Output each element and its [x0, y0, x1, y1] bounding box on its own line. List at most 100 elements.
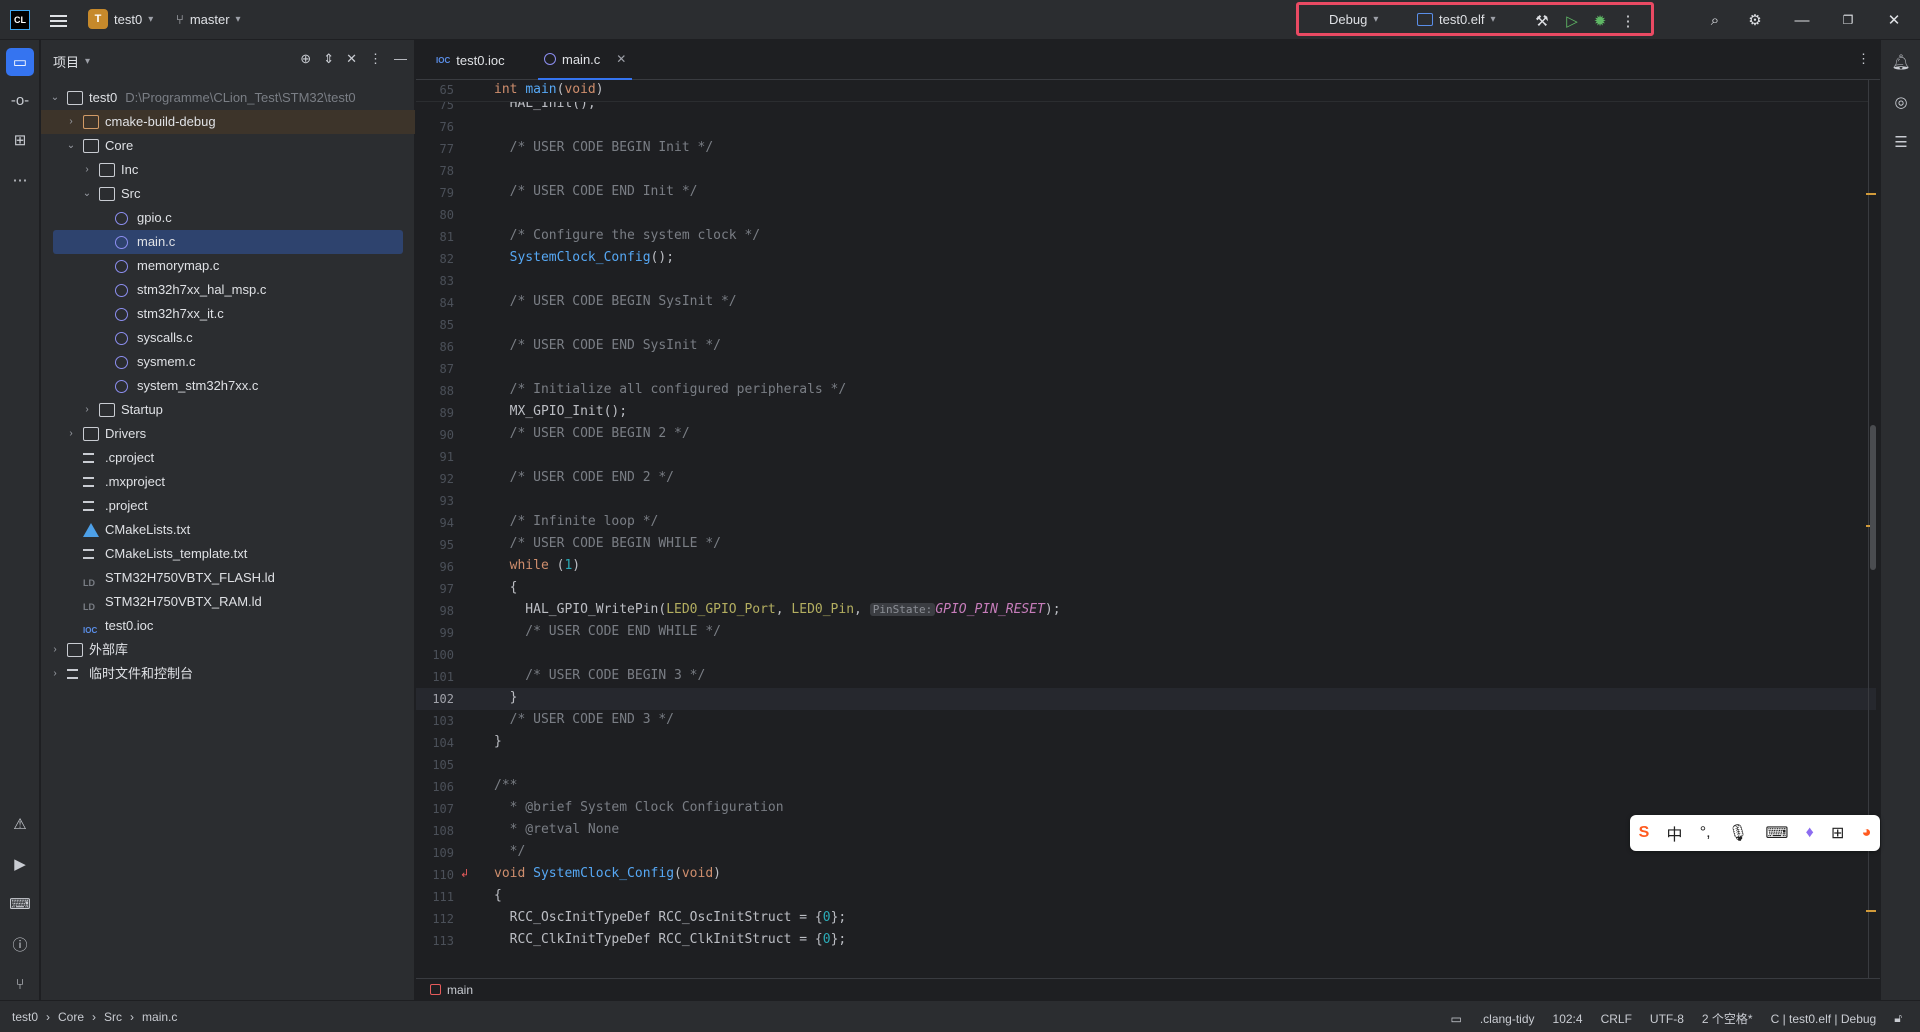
- code-view[interactable]: 65int main(void)74 /* Reset of all perip…: [416, 80, 1876, 1018]
- options-icon[interactable]: ⋮: [369, 51, 382, 67]
- editor-scrollbar[interactable]: [1870, 425, 1876, 570]
- code-line[interactable]: MX_GPIO_Init();: [494, 404, 627, 419]
- tree-item[interactable]: stm32h7xx_hal_msp.c: [41, 278, 415, 302]
- toolbox-grid-icon[interactable]: ⊞: [1831, 823, 1844, 843]
- debug-bug-icon[interactable]: ✹: [1591, 12, 1609, 30]
- project-selector[interactable]: T test0 ▾: [88, 9, 153, 29]
- tree-item[interactable]: .mxproject: [41, 470, 415, 494]
- problems-icon[interactable]: ⓘ: [6, 930, 34, 958]
- skin-icon[interactable]: ♦: [1806, 824, 1814, 842]
- code-line[interactable]: /* Initialize all configured peripherals…: [494, 382, 847, 397]
- code-line[interactable]: */: [494, 844, 526, 859]
- chevron-down-icon[interactable]: ⌄: [49, 86, 61, 110]
- ime-language[interactable]: 中: [1667, 821, 1683, 845]
- warning-stripe[interactable]: [1866, 910, 1876, 912]
- tree-item[interactable]: › 外部库: [41, 638, 415, 662]
- more-actions-icon[interactable]: ⋮: [1619, 12, 1637, 30]
- code-line[interactable]: * @brief System Clock Configuration: [494, 800, 784, 815]
- chevron-down-icon[interactable]: ⌄: [81, 182, 93, 206]
- tree-item[interactable]: gpio.c: [41, 206, 415, 230]
- folder-icon[interactable]: ▭: [1450, 1012, 1461, 1026]
- linter-status[interactable]: .clang-tidy: [1480, 1012, 1535, 1026]
- sogou-logo-icon[interactable]: S: [1639, 824, 1650, 842]
- code-line[interactable]: }: [494, 734, 502, 749]
- code-line[interactable]: {: [494, 580, 518, 595]
- chevron-right-icon[interactable]: ›: [65, 110, 77, 134]
- code-line[interactable]: /* USER CODE END 2 */: [494, 470, 674, 485]
- tree-item[interactable]: LD STM32H750VBTX_RAM.ld: [41, 590, 415, 614]
- crumb-file[interactable]: main.c: [142, 1010, 177, 1024]
- chevron-right-icon[interactable]: ›: [65, 422, 77, 446]
- settings-gear-icon[interactable]: ⚙: [1745, 10, 1765, 30]
- structure-icon[interactable]: ⊞: [6, 126, 34, 154]
- tree-item[interactable]: .cproject: [41, 446, 415, 470]
- code-line[interactable]: while (1): [494, 558, 580, 573]
- tree-item[interactable]: ⌄ Core: [41, 134, 415, 158]
- locate-target-icon[interactable]: ⊕: [300, 51, 311, 67]
- tree-item[interactable]: sysmem.c: [41, 350, 415, 374]
- code-line[interactable]: /* USER CODE BEGIN Init */: [494, 140, 714, 155]
- tree-item[interactable]: LD STM32H750VBTX_FLASH.ld: [41, 566, 415, 590]
- code-line[interactable]: }: [494, 690, 518, 705]
- run-config-selector[interactable]: Debug ▾: [1329, 12, 1378, 27]
- code-line[interactable]: /* USER CODE END 3 */: [494, 712, 674, 727]
- problems-warning-icon[interactable]: ⚠: [6, 810, 34, 838]
- more-tools-icon[interactable]: ⋯: [6, 166, 34, 194]
- tree-item[interactable]: › 临时文件和控制台: [41, 662, 415, 686]
- code-line[interactable]: /* USER CODE BEGIN SysInit */: [494, 294, 737, 309]
- code-line[interactable]: RCC_ClkInitTypeDef RCC_ClkInitStruct = {…: [494, 932, 847, 947]
- tree-item[interactable]: main.c: [53, 230, 403, 254]
- tree-item[interactable]: syscalls.c: [41, 326, 415, 350]
- tree-item[interactable]: ⌄ test0 D:\Programme\CLion_Test\STM32\test…: [41, 86, 415, 110]
- project-view-selector[interactable]: 项目 ▾: [53, 52, 90, 71]
- run-icon[interactable]: ▷: [1563, 12, 1581, 30]
- project-tool-folder-icon[interactable]: ▭: [6, 48, 34, 76]
- crumb-core[interactable]: Core: [58, 1010, 84, 1024]
- tree-item[interactable]: IOC test0.ioc: [41, 614, 415, 638]
- code-line[interactable]: /* Infinite loop */: [494, 514, 659, 529]
- tree-item[interactable]: memorymap.c: [41, 254, 415, 278]
- restore-icon[interactable]: ❐: [1838, 10, 1858, 30]
- code-line[interactable]: /* Configure the system clock */: [494, 228, 760, 243]
- tree-item[interactable]: › cmake-build-debug: [41, 110, 415, 134]
- line-separator[interactable]: CRLF: [1601, 1012, 1632, 1026]
- crumb-project[interactable]: test0: [12, 1010, 38, 1024]
- code-line[interactable]: * @retval None: [494, 822, 620, 837]
- breadcrumb-function[interactable]: main: [447, 983, 473, 997]
- mascot-icon[interactable]: ◕: [1862, 824, 1872, 842]
- code-line[interactable]: {: [494, 888, 502, 903]
- collapse-all-icon[interactable]: ✕: [346, 51, 357, 67]
- commit-icon[interactable]: -o-: [6, 86, 34, 114]
- code-line[interactable]: SystemClock_Config();: [494, 250, 674, 265]
- caret-position[interactable]: 102:4: [1553, 1012, 1583, 1026]
- code-line[interactable]: RCC_OscInitTypeDef RCC_OscInitStruct = {…: [494, 910, 847, 925]
- code-line[interactable]: /**: [494, 778, 517, 793]
- go-to-declaration-icon[interactable]: ↲: [460, 867, 469, 880]
- tab-test0-ioc[interactable]: IOC test0.ioc: [430, 40, 511, 80]
- punctuation-icon[interactable]: °,: [1700, 824, 1711, 842]
- ime-toolbar[interactable]: S 中 °, 🎙︎ ⌨ ♦ ⊞ ◕: [1630, 815, 1880, 851]
- tree-item[interactable]: CMakeLists.txt: [41, 518, 415, 542]
- tab-main-c[interactable]: main.c ✕: [538, 40, 633, 80]
- tree-item[interactable]: CMakeLists_template.txt: [41, 542, 415, 566]
- close-icon[interactable]: ✕: [1884, 10, 1904, 30]
- build-hammer-icon[interactable]: ⚒: [1533, 12, 1551, 30]
- chevron-down-icon[interactable]: ⌄: [65, 134, 77, 158]
- code-line[interactable]: /* USER CODE BEGIN 2 */: [494, 426, 690, 441]
- minimize-icon[interactable]: —: [1792, 10, 1812, 30]
- keyboard-icon[interactable]: ⌨: [1765, 823, 1788, 843]
- expand-all-icon[interactable]: ⇕: [323, 51, 334, 67]
- database-icon[interactable]: ☰: [1887, 128, 1915, 156]
- tree-item[interactable]: ⌄ Src: [41, 182, 415, 206]
- tab-options-icon[interactable]: ⋮: [1857, 51, 1870, 67]
- chevron-right-icon[interactable]: ›: [81, 158, 93, 182]
- chevron-right-icon[interactable]: ›: [49, 662, 61, 686]
- target-selector[interactable]: test0.elf ▾: [1417, 12, 1496, 27]
- context-selector[interactable]: C | test0.elf | Debug: [1771, 1012, 1877, 1026]
- main-menu-icon[interactable]: [50, 12, 67, 28]
- tree-item[interactable]: › Startup: [41, 398, 415, 422]
- chevron-right-icon[interactable]: ›: [49, 638, 61, 662]
- code-line[interactable]: HAL_GPIO_WritePin(LED0_GPIO_Port, LED0_P…: [494, 602, 1060, 617]
- search-icon[interactable]: ⌕: [1705, 10, 1725, 30]
- services-icon[interactable]: ▶: [6, 850, 34, 878]
